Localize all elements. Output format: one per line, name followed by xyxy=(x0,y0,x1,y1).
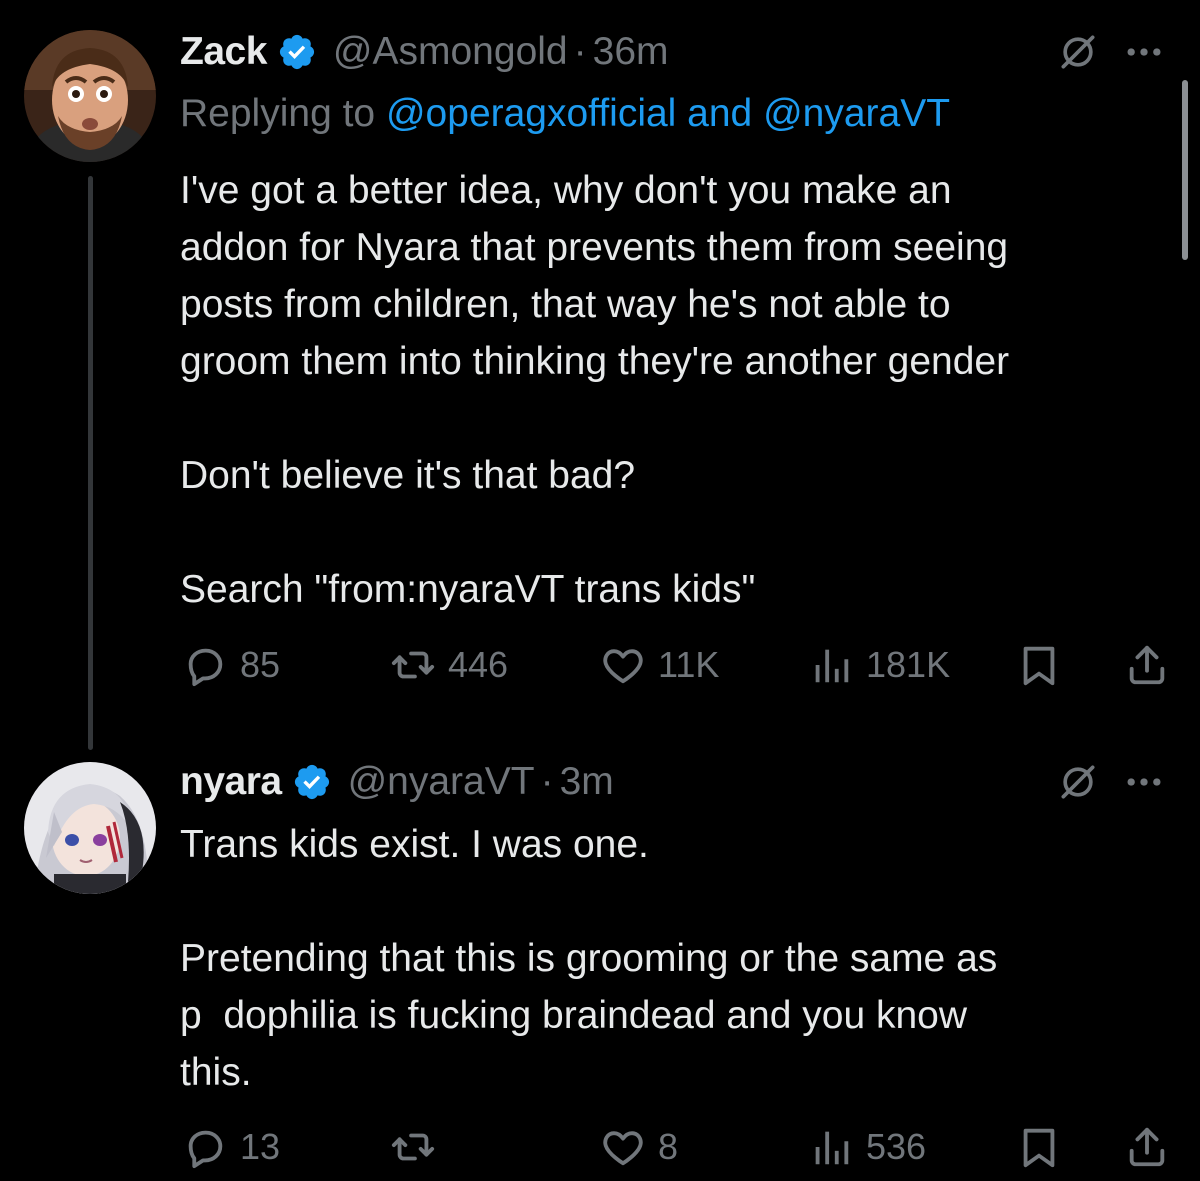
views-button[interactable]: 536 xyxy=(808,1124,926,1170)
timestamp[interactable]: 3m xyxy=(560,760,614,804)
heart-icon xyxy=(600,1124,646,1170)
tweet-text: I've got a better idea, why don't you ma… xyxy=(180,169,1010,611)
reply-button[interactable]: 85 xyxy=(182,642,280,688)
display-name[interactable]: nyara xyxy=(180,760,282,804)
like-count: 11K xyxy=(658,644,720,685)
replying-to-users-link[interactable]: @operagxofficial and @nyaraVT xyxy=(386,92,950,135)
replying-to-label: Replying to xyxy=(180,92,376,135)
views-button[interactable]: 181K xyxy=(808,642,950,688)
tweet-header: Zack @Asmongold · 36m xyxy=(180,26,669,78)
reply-count: 13 xyxy=(240,1126,281,1167)
handle[interactable]: @nyaraVT xyxy=(348,760,535,804)
tweet-tools xyxy=(1056,30,1166,74)
retweet-icon xyxy=(390,1124,436,1170)
tweet-tools xyxy=(1056,760,1166,804)
reply-icon xyxy=(182,642,228,688)
grok-icon[interactable] xyxy=(1056,30,1100,74)
share-icon[interactable] xyxy=(1124,1124,1170,1170)
like-button[interactable]: 8 xyxy=(600,1124,678,1170)
retweet-count: 446 xyxy=(448,644,509,685)
separator-dot: · xyxy=(573,30,587,73)
avatar-zack-image xyxy=(24,30,156,162)
handle[interactable]: @Asmongold xyxy=(333,30,568,74)
grok-icon[interactable] xyxy=(1056,760,1100,804)
retweet-button[interactable]: 446 xyxy=(390,642,508,688)
more-icon[interactable] xyxy=(1122,30,1166,74)
verified-badge-icon[interactable] xyxy=(277,32,317,72)
scrollbar[interactable] xyxy=(1182,80,1188,260)
tweet-header: nyara @nyaraVT · 3m xyxy=(180,756,614,808)
heart-icon xyxy=(600,642,646,688)
views-icon xyxy=(808,642,854,688)
retweet-icon xyxy=(390,642,436,688)
thread-line xyxy=(88,176,93,750)
views-count: 536 xyxy=(866,1126,927,1167)
timestamp[interactable]: 36m xyxy=(593,30,669,74)
reply-button[interactable]: 13 xyxy=(182,1124,280,1170)
views-icon xyxy=(808,1124,854,1170)
reply-icon xyxy=(182,1124,228,1170)
reply-count: 85 xyxy=(240,644,281,685)
retweet-button[interactable] xyxy=(390,1124,448,1170)
avatar-nyara-image xyxy=(24,762,156,894)
like-button[interactable]: 11K xyxy=(600,642,719,688)
tweet-text: Trans kids exist. I was one. Pretending … xyxy=(180,823,998,1094)
bookmark-icon[interactable] xyxy=(1016,1124,1062,1170)
share-icon[interactable] xyxy=(1124,642,1170,688)
replying-to: Replying to @operagxofficial and @nyaraV… xyxy=(180,92,950,136)
separator-dot: · xyxy=(540,760,554,803)
display-name[interactable]: Zack xyxy=(180,30,267,74)
more-icon[interactable] xyxy=(1122,760,1166,804)
avatar-nyara[interactable] xyxy=(24,762,156,894)
views-count: 181K xyxy=(866,644,951,685)
like-count: 8 xyxy=(658,1126,679,1167)
bookmark-icon[interactable] xyxy=(1016,642,1062,688)
verified-badge-icon[interactable] xyxy=(292,762,332,802)
avatar-zack[interactable] xyxy=(24,30,156,162)
